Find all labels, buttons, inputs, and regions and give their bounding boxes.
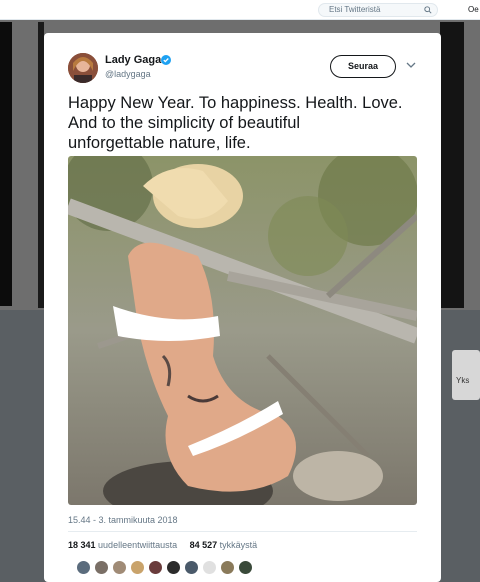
liker-avatar[interactable] [238, 560, 253, 575]
avatar-image [68, 53, 98, 83]
liker-avatar[interactable] [166, 560, 181, 575]
retweet-count: 18 341 [68, 540, 96, 550]
user-handle[interactable]: @ladygaga [105, 69, 151, 79]
background-profile-image [0, 22, 12, 306]
like-label: tykkäystä [219, 540, 258, 550]
liker-avatar[interactable] [94, 560, 109, 575]
search-input[interactable]: Etsi Twitteristä [318, 3, 438, 17]
like-count: 84 527 [189, 540, 218, 550]
liker-avatar[interactable] [202, 560, 217, 575]
verified-badge-icon [161, 55, 171, 65]
search-icon[interactable] [424, 6, 432, 14]
liker-avatar[interactable] [148, 560, 163, 575]
divider [68, 531, 417, 532]
tweet-text: Happy New Year. To happiness. Health. Lo… [68, 93, 413, 153]
like-stat[interactable]: 84 527 tykkäystä [190, 540, 258, 550]
liker-avatars [76, 560, 256, 576]
tweet-timestamp[interactable]: 15.44 - 3. tammikuuta 2018 [68, 515, 178, 525]
liker-avatar[interactable] [112, 560, 127, 575]
background-image-right [440, 22, 464, 308]
follow-button[interactable]: Seuraa [330, 55, 396, 78]
tweet-stats: 18 341 uudelleentwiittausta 84 527 tykkä… [68, 540, 267, 550]
side-card: Yks [452, 350, 480, 400]
tweet-text-line: And to the simplicity of beautiful [68, 114, 301, 132]
liker-avatar[interactable] [184, 560, 199, 575]
tweet-text-line: unforgettable nature, life. [68, 134, 251, 152]
liker-avatar[interactable] [76, 560, 91, 575]
avatar[interactable] [68, 53, 98, 83]
display-name[interactable]: Lady Gaga [105, 54, 161, 66]
tweet-photo[interactable] [68, 156, 417, 505]
tweet-text-line: Happy New Year. To happiness. Health. Lo… [68, 94, 403, 112]
photo-illustration [68, 156, 417, 505]
topbar-partial-text: Oe [468, 5, 479, 14]
chevron-down-icon[interactable] [406, 61, 416, 69]
tweet-modal: Lady Gaga @ladygaga Seuraa Happy New Yea… [44, 33, 441, 582]
search-placeholder: Etsi Twitteristä [329, 5, 381, 14]
retweet-label: uudelleentwiittausta [98, 540, 178, 550]
top-navigation-bar: Etsi Twitteristä Oe [0, 0, 480, 20]
liker-avatar[interactable] [220, 560, 235, 575]
liker-avatar[interactable] [130, 560, 145, 575]
side-card-text: Yks [456, 376, 470, 385]
retweet-stat[interactable]: 18 341 uudelleentwiittausta [68, 540, 177, 550]
